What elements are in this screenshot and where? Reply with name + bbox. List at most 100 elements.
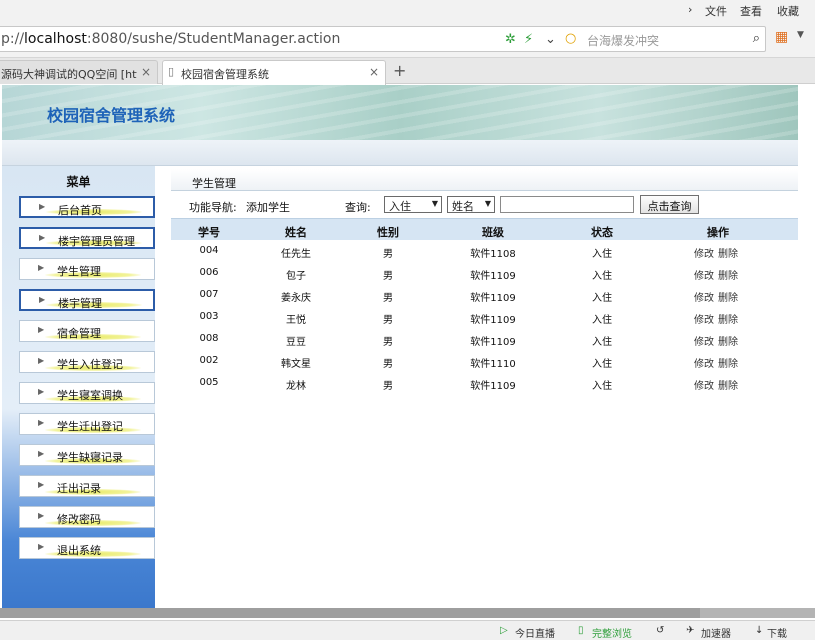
column-header: 操作 — [707, 226, 729, 239]
menu-favorites[interactable]: 收藏 — [777, 3, 799, 19]
sidebar-item-label: 后台首页 — [58, 204, 102, 217]
chevron-down-icon[interactable]: ⌄ — [545, 32, 556, 47]
sidebar-item-label: 学生迁出登记 — [57, 420, 123, 433]
edit-link[interactable]: 修改 — [694, 293, 714, 304]
sidebar-item-room-swap[interactable]: ▶ 学生寝室调换 — [19, 382, 155, 404]
dropdown-arrow-icon: ▼ — [484, 199, 491, 208]
menu-view[interactable]: 查看 — [740, 3, 762, 19]
query-input[interactable] — [500, 196, 634, 213]
column-header: 性别 — [377, 226, 399, 239]
delete-link[interactable]: 删除 — [718, 293, 738, 304]
row-actions: 修改 删除 — [694, 333, 742, 348]
sidebar-item-label: 学生寝室调换 — [57, 389, 123, 402]
status-live[interactable]: 今日直播 — [515, 625, 555, 640]
table-row: 002 韩文星 男 软件1110 入住 修改 删除 — [171, 350, 798, 372]
sidebar: 菜单 ▶ 后台首页 ▶ 楼宇管理员管理 ▶ 学生管理 ▶ 楼宇管理 ▶ 宿舍管理… — [2, 166, 155, 608]
triangle-right-icon: ▶ — [39, 295, 46, 304]
status-select[interactable]: 入住 ▼ — [384, 196, 442, 213]
header-band — [2, 140, 798, 166]
url-text: p://localhost:8080/sushe/StudentManager.… — [1, 31, 341, 47]
row-actions: 修改 删除 — [694, 355, 742, 370]
chevron-right-icon[interactable]: › — [688, 3, 692, 16]
lightning-icon[interactable]: ⚡ — [524, 32, 533, 47]
triangle-right-icon: ▶ — [38, 511, 45, 520]
triangle-right-icon: ▶ — [39, 202, 46, 211]
apps-dropdown-icon[interactable]: ▼ — [797, 30, 804, 40]
status-download[interactable]: 下载 — [767, 625, 787, 640]
table-row: 007 姜永庆 男 软件1109 入住 修改 删除 — [171, 284, 798, 306]
triangle-right-icon: ▶ — [38, 480, 45, 489]
query-button[interactable]: 点击查询 — [640, 195, 699, 214]
history-icon[interactable]: ↺ — [656, 625, 664, 636]
sidebar-item-absence[interactable]: ▶ 学生缺寝记录 — [19, 444, 155, 466]
delete-link[interactable]: 删除 — [718, 249, 738, 260]
triangle-right-icon: ▶ — [38, 325, 45, 334]
cell-class: 软件1109 — [470, 271, 516, 282]
edit-link[interactable]: 修改 — [694, 337, 714, 348]
close-icon[interactable]: × — [141, 65, 151, 79]
sidebar-item-checkout[interactable]: ▶ 学生迁出登记 — [19, 413, 155, 435]
cell-id: 006 — [199, 267, 219, 278]
sidebar-item-checkout-records[interactable]: ▶ 迁出记录 — [19, 475, 155, 497]
delete-link[interactable]: 删除 — [718, 337, 738, 348]
search-icon[interactable]: ⌕ — [753, 31, 760, 46]
live-icon: ▷ — [500, 625, 508, 636]
query-label: 查询: — [345, 201, 371, 214]
edit-link[interactable]: 修改 — [694, 271, 714, 282]
column-header: 学号 — [198, 226, 220, 239]
sidebar-item-building-admin[interactable]: ▶ 楼宇管理员管理 — [19, 227, 155, 249]
edit-link[interactable]: 修改 — [694, 249, 714, 260]
cell-status: 入住 — [592, 381, 612, 392]
triangle-right-icon: ▶ — [38, 387, 45, 396]
sidebar-item-home[interactable]: ▶ 后台首页 — [19, 196, 155, 218]
status-full-browse[interactable]: 完整浏览 — [592, 625, 632, 640]
add-student-link[interactable]: 添加学生 — [246, 199, 290, 215]
sidebar-item-logout[interactable]: ▶ 退出系统 — [19, 537, 155, 559]
sidebar-item-students[interactable]: ▶ 学生管理 — [19, 258, 155, 280]
search-input[interactable]: 台海爆发冲突 — [587, 32, 659, 49]
edit-link[interactable]: 修改 — [694, 381, 714, 392]
cell-name: 包子 — [286, 271, 306, 282]
tab-qq-space[interactable]: 源码大神调试的QQ空间 [http: × — [0, 60, 158, 84]
sidebar-item-checkin[interactable]: ▶ 学生入住登记 — [19, 351, 155, 373]
tab-label: 源码大神调试的QQ空间 [http: — [1, 68, 137, 81]
table-row: 005 龙林 男 软件1109 入住 修改 删除 — [171, 372, 798, 394]
triangle-right-icon: ▶ — [38, 263, 45, 272]
breadcrumb: 学生管理 — [171, 169, 798, 191]
cell-id: 007 — [199, 289, 219, 300]
delete-link[interactable]: 删除 — [718, 271, 738, 282]
tab-bar: 源码大神调试的QQ空间 [http: × ▯ 校园宿舍管理系统 × + — [0, 58, 815, 85]
cell-name: 龙林 — [286, 381, 306, 392]
sidebar-item-password[interactable]: ▶ 修改密码 — [19, 506, 155, 528]
search-box[interactable]: ○ 台海爆发冲突 ⌕ — [565, 31, 760, 49]
row-actions: 修改 删除 — [694, 267, 742, 282]
delete-link[interactable]: 删除 — [718, 315, 738, 326]
cell-status: 入住 — [592, 293, 612, 304]
url-input[interactable]: p://localhost:8080/sushe/StudentManager.… — [0, 26, 766, 52]
table-row: 004 任先生 男 软件1108 入住 修改 删除 — [171, 240, 798, 262]
compat-mode-icon[interactable]: ✲ — [505, 32, 516, 47]
triangle-right-icon: ▶ — [38, 542, 45, 551]
sidebar-item-label: 宿舍管理 — [57, 327, 101, 340]
cell-class: 软件1109 — [470, 315, 516, 326]
sidebar-item-dorms[interactable]: ▶ 宿舍管理 — [19, 320, 155, 342]
tab-dorm-system[interactable]: ▯ 校园宿舍管理系统 × — [162, 60, 386, 85]
search-engine-icon: ○ — [565, 31, 577, 46]
close-icon[interactable]: × — [369, 65, 379, 79]
delete-link[interactable]: 删除 — [718, 359, 738, 370]
apps-grid-icon[interactable]: ▦ — [775, 29, 788, 45]
cell-status: 入住 — [592, 315, 612, 326]
delete-link[interactable]: 删除 — [718, 381, 738, 392]
new-tab-button[interactable]: + — [393, 61, 406, 80]
edit-link[interactable]: 修改 — [694, 315, 714, 326]
row-actions: 修改 删除 — [694, 311, 742, 326]
menu-file[interactable]: 文件 — [705, 3, 727, 19]
field-select[interactable]: 姓名 ▼ — [447, 196, 495, 213]
edit-link[interactable]: 修改 — [694, 359, 714, 370]
status-accelerator[interactable]: 加速器 — [701, 625, 731, 640]
scrollbar-thumb[interactable] — [0, 608, 700, 618]
sidebar-item-buildings[interactable]: ▶ 楼宇管理 — [19, 289, 155, 311]
cell-class: 软件1109 — [470, 381, 516, 392]
sidebar-title: 菜单 — [66, 175, 91, 189]
cell-sex: 男 — [383, 293, 393, 304]
